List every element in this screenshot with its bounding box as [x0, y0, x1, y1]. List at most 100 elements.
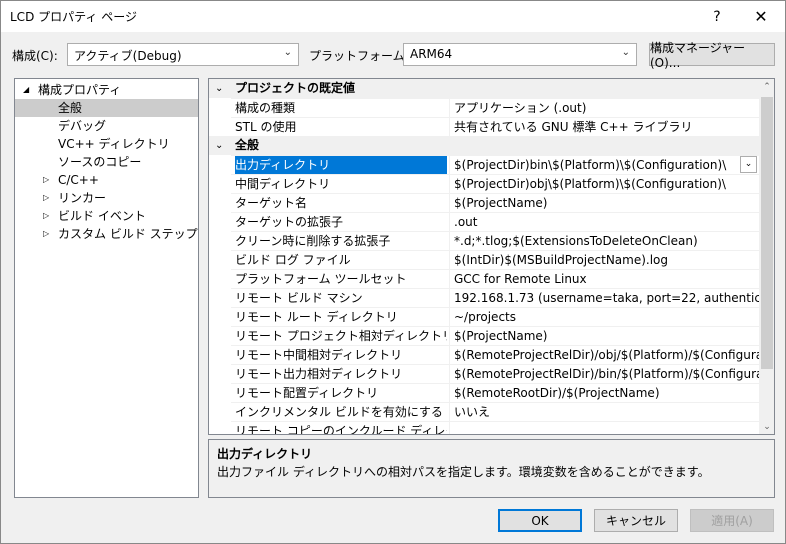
description-panel: 出力ディレクトリ 出力ファイル ディレクトリへの相対パスを指定します。環境変数を… [208, 439, 775, 498]
property-value[interactable]: $(ProjectName) [449, 327, 759, 345]
tree-item-debugging[interactable]: デバッグ [58, 117, 106, 135]
property-value[interactable]: $(RemoteProjectRelDir)/obj/$(Platform)/$… [449, 346, 759, 364]
collapsed-arrow-icon: ▷ [43, 211, 50, 220]
help-button[interactable]: ? [697, 1, 737, 32]
property-name: ターゲット名 [235, 196, 308, 210]
platform-dropdown[interactable]: ARM64 ⌄ [403, 43, 637, 66]
property-name: インクリメンタル ビルドを有効にする [235, 405, 443, 419]
grid-vertical-scrollbar[interactable]: ⌃ ⌄ [759, 79, 774, 434]
property-name: ターゲットの拡張子 [235, 215, 344, 229]
property-name: 構成の種類 [235, 101, 296, 115]
tree-item-cpp[interactable]: ▷ C/C++ [43, 171, 193, 189]
property-name: リモート コピーのインクルード ディレクトリ [235, 424, 447, 435]
config-dropdown[interactable]: アクティブ(Debug) ⌄ [67, 43, 299, 66]
category-label: プロジェクトの既定値 [235, 81, 356, 95]
property-name: リモート中間相対ディレクトリ [235, 348, 403, 362]
property-row[interactable]: ターゲットの拡張子 .out [231, 212, 759, 231]
property-name: 中間ディレクトリ [235, 177, 331, 191]
property-row[interactable]: 中間ディレクトリ $(ProjectDir)obj\$(Platform)\$(C… [231, 174, 759, 193]
property-row[interactable]: プラットフォーム ツールセット GCC for Remote Linux [231, 269, 759, 288]
tree-item-label: C/C++ [58, 173, 99, 187]
tree-item-label: ビルド イベント [58, 209, 146, 223]
property-name: STL の使用 [235, 120, 297, 134]
property-row[interactable]: リモート コピーのインクルード ディレクトリ [231, 421, 759, 435]
property-row[interactable]: クリーン時に削除する拡張子 *.d;*.tlog;$(ExtensionsToDe… [231, 231, 759, 250]
platform-value: ARM64 [410, 47, 453, 61]
window-title: LCD プロパティ ページ [10, 10, 137, 24]
property-row[interactable]: 出力ディレクトリ $(ProjectDir)bin\$(Platform)\$(C… [231, 155, 759, 174]
property-tree: ◢ 構成プロパティ 全般 デバッグ VC++ ディレクトリ ソースのコピー ▷ … [14, 78, 199, 498]
property-pages-dialog: LCD プロパティ ページ ? ✕ 構成(C): アクティブ(Debug) ⌄ … [0, 0, 786, 544]
property-grid: ⌄ プロジェクトの既定値 構成の種類 アプリケーション (.out) STL の使用… [208, 78, 775, 435]
scroll-up-icon[interactable]: ⌃ [759, 79, 774, 95]
property-name: リモート ビルド マシン [235, 291, 363, 305]
property-name: ビルド ログ ファイル [235, 253, 351, 267]
property-value[interactable]: $(ProjectDir)obj\$(Platform)\$(Configura… [449, 175, 759, 193]
property-value[interactable]: 共有されている GNU 標準 C++ ライブラリ [449, 118, 759, 136]
property-value[interactable]: *.d;*.tlog;$(ExtensionsToDeleteOnClean) [449, 232, 759, 250]
category-label: 全般 [235, 138, 260, 152]
tree-item-custom-build-step[interactable]: ▷ カスタム ビルド ステップ [43, 225, 198, 243]
property-row[interactable]: リモート出力相対ディレクトリ $(RemoteProjectRelDir)/bin… [231, 364, 759, 383]
property-row[interactable]: インクリメンタル ビルドを有効にする いいえ [231, 402, 759, 421]
property-value[interactable]: ~/projects [449, 308, 759, 326]
chevron-down-icon: ⌄ [283, 47, 292, 58]
property-name: クリーン時に削除する拡張子 [235, 234, 391, 248]
config-manager-button[interactable]: 構成マネージャー(O)... [649, 41, 775, 70]
property-value[interactable]: .out [449, 213, 759, 231]
description-title: 出力ディレクトリ [217, 447, 313, 461]
cancel-button[interactable]: キャンセル [594, 509, 678, 532]
property-value[interactable]: いいえ [449, 403, 759, 421]
collapse-chevron-icon: ⌄ [215, 83, 224, 94]
tree-item-build-events[interactable]: ▷ ビルド イベント [43, 207, 193, 225]
config-label: 構成(C): [12, 49, 58, 63]
property-value[interactable]: アプリケーション (.out) [449, 99, 759, 117]
scroll-down-icon[interactable]: ⌄ [759, 419, 774, 434]
apply-button[interactable]: 適用(A) [690, 509, 774, 532]
expanded-arrow-icon: ◢ [23, 85, 30, 94]
property-row[interactable]: リモート ルート ディレクトリ ~/projects [231, 307, 759, 326]
tree-item-label: 全般 [58, 101, 83, 115]
ok-button[interactable]: OK [498, 509, 582, 532]
collapse-chevron-icon: ⌄ [215, 140, 224, 151]
property-name: リモート配置ディレクトリ [235, 386, 379, 400]
property-value[interactable]: 192.168.1.73 (username=taka, port=22, au… [449, 289, 759, 307]
chevron-down-icon: ⌄ [621, 47, 630, 58]
tree-item-copy-sources[interactable]: ソースのコピー [58, 153, 141, 171]
close-button[interactable]: ✕ [741, 1, 781, 32]
property-name: リモート プロジェクト相対ディレクトリ [235, 329, 447, 343]
property-name: リモート ルート ディレクトリ [235, 310, 398, 324]
property-value[interactable]: $(ProjectName) [449, 194, 759, 212]
collapsed-arrow-icon: ▷ [43, 175, 50, 184]
config-value: アクティブ(Debug) [74, 49, 182, 63]
property-value[interactable]: GCC for Remote Linux [449, 270, 759, 288]
property-row[interactable]: 構成の種類 アプリケーション (.out) [231, 98, 759, 117]
property-row[interactable]: リモート ビルド マシン 192.168.1.73 (username=taka,… [231, 288, 759, 307]
property-row[interactable]: STL の使用 共有されている GNU 標準 C++ ライブラリ [231, 117, 759, 136]
value-dropdown-icon[interactable]: ⌄ [740, 156, 757, 173]
property-name: リモート出力相対ディレクトリ [235, 367, 403, 381]
tree-item-general[interactable]: 全般 [15, 99, 198, 117]
tree-item-linker[interactable]: ▷ リンカー [43, 189, 193, 207]
tree-item-label: カスタム ビルド ステップ [58, 227, 198, 241]
property-row[interactable]: リモート中間相対ディレクトリ $(RemoteProjectRelDir)/obj… [231, 345, 759, 364]
category-general[interactable]: ⌄ 全般 [209, 136, 759, 155]
property-value[interactable]: $(IntDir)$(MSBuildProjectName).log [449, 251, 759, 269]
property-value[interactable]: $(RemoteRootDir)/$(ProjectName) [449, 384, 759, 402]
property-row[interactable]: リモート配置ディレクトリ $(RemoteRootDir)/$(ProjectNa… [231, 383, 759, 402]
scrollbar-thumb[interactable] [761, 97, 773, 369]
property-value[interactable]: $(ProjectDir)bin\$(Platform)\$(Configura… [449, 156, 759, 174]
tree-item-label: 構成プロパティ [38, 83, 122, 97]
title-bar: LCD プロパティ ページ ? ✕ [1, 1, 785, 32]
property-row[interactable]: ターゲット名 $(ProjectName) [231, 193, 759, 212]
tree-item-label: リンカー [58, 191, 107, 205]
tree-item-vc-directories[interactable]: VC++ ディレクトリ [58, 135, 170, 153]
category-project-defaults[interactable]: ⌄ プロジェクトの既定値 [209, 79, 759, 98]
property-row[interactable]: リモート プロジェクト相対ディレクトリ $(ProjectName) [231, 326, 759, 345]
property-row[interactable]: ビルド ログ ファイル $(IntDir)$(MSBuildProjectName… [231, 250, 759, 269]
tree-item-config-properties[interactable]: ◢ 構成プロパティ [23, 81, 198, 99]
property-value[interactable] [449, 422, 759, 434]
collapsed-arrow-icon: ▷ [43, 193, 50, 202]
collapsed-arrow-icon: ▷ [43, 229, 50, 238]
property-value[interactable]: $(RemoteProjectRelDir)/bin/$(Platform)/$… [449, 365, 759, 383]
